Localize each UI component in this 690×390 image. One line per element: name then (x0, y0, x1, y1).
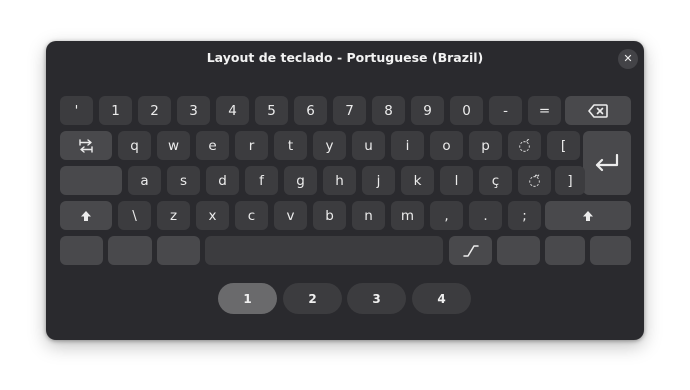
key-g[interactable]: g (284, 166, 317, 195)
key-y[interactable]: y (313, 131, 346, 160)
key-i[interactable]: i (391, 131, 424, 160)
close-icon: ✕ (623, 52, 633, 65)
tab-key[interactable] (60, 131, 112, 160)
close-button[interactable]: ✕ (618, 49, 638, 69)
key-l[interactable]: l (440, 166, 473, 195)
key-m[interactable]: m (391, 201, 424, 230)
key-9[interactable]: 9 (411, 96, 444, 125)
key-backslash[interactable]: \ (118, 201, 151, 230)
key-acute-accent[interactable]: ◌́ (508, 131, 541, 160)
key-tilde[interactable]: ◌̃ (518, 166, 551, 195)
key-bracket-right[interactable]: ] (555, 166, 585, 195)
keyboard-layout-dialog: Layout de teclado - Portuguese (Brazil) … (46, 41, 644, 340)
ctrl-key[interactable] (60, 236, 103, 265)
super-key[interactable] (108, 236, 152, 265)
key-q[interactable]: q (118, 131, 151, 160)
caps-key[interactable] (60, 166, 122, 195)
key-x[interactable]: x (196, 201, 229, 230)
key-t[interactable]: t (274, 131, 307, 160)
key-bracket-left[interactable]: [ (547, 131, 580, 160)
shift-right-key[interactable] (545, 201, 631, 230)
compose-key[interactable] (449, 236, 492, 265)
key-0[interactable]: 0 (450, 96, 483, 125)
key-apostrophe[interactable]: ' (60, 96, 93, 125)
tab-icon (79, 138, 93, 153)
shift-icon (81, 210, 91, 221)
key-5[interactable]: 5 (255, 96, 288, 125)
key-p[interactable]: p (469, 131, 502, 160)
key-c[interactable]: c (235, 201, 268, 230)
compose-icon (462, 244, 479, 257)
key-e[interactable]: e (196, 131, 229, 160)
key-2[interactable]: 2 (138, 96, 171, 125)
key-a[interactable]: a (128, 166, 161, 195)
shift-icon (583, 210, 593, 221)
enter-icon (595, 154, 619, 172)
dialog-title: Layout de teclado - Portuguese (Brazil) (206, 50, 484, 65)
enter-key[interactable] (583, 131, 631, 195)
key-b[interactable]: b (313, 201, 346, 230)
key-c-cedilla[interactable]: ç (479, 166, 512, 195)
key-v[interactable]: v (274, 201, 307, 230)
key-semicolon[interactable]: ; (508, 201, 541, 230)
key-w[interactable]: w (157, 131, 190, 160)
key-s[interactable]: s (167, 166, 200, 195)
backspace-icon (588, 103, 608, 118)
key-period[interactable]: . (469, 201, 502, 230)
level-4-button[interactable]: 4 (412, 283, 471, 314)
key-3[interactable]: 3 (177, 96, 210, 125)
key-u[interactable]: u (352, 131, 385, 160)
key-8[interactable]: 8 (372, 96, 405, 125)
key-1[interactable]: 1 (99, 96, 132, 125)
level-2-button[interactable]: 2 (283, 283, 342, 314)
shift-left-key[interactable] (60, 201, 112, 230)
key-d[interactable]: d (206, 166, 239, 195)
level-3-button[interactable]: 3 (347, 283, 406, 314)
key-equals[interactable]: = (528, 96, 561, 125)
key-z[interactable]: z (157, 201, 190, 230)
key-j[interactable]: j (362, 166, 395, 195)
key-h[interactable]: h (323, 166, 356, 195)
key-n[interactable]: n (352, 201, 385, 230)
altgr-key[interactable] (497, 236, 540, 265)
key-minus[interactable]: - (489, 96, 522, 125)
key-comma[interactable]: , (430, 201, 463, 230)
key-k[interactable]: k (401, 166, 434, 195)
space-key[interactable] (205, 236, 443, 265)
key-o[interactable]: o (430, 131, 463, 160)
key-7[interactable]: 7 (333, 96, 366, 125)
backspace-key[interactable] (565, 96, 631, 125)
key-r[interactable]: r (235, 131, 268, 160)
key-4[interactable]: 4 (216, 96, 249, 125)
menu-key[interactable] (545, 236, 585, 265)
key-6[interactable]: 6 (294, 96, 327, 125)
ctrl-right-key[interactable] (590, 236, 631, 265)
alt-key[interactable] (157, 236, 200, 265)
key-f[interactable]: f (245, 166, 278, 195)
level-1-button[interactable]: 1 (218, 283, 277, 314)
